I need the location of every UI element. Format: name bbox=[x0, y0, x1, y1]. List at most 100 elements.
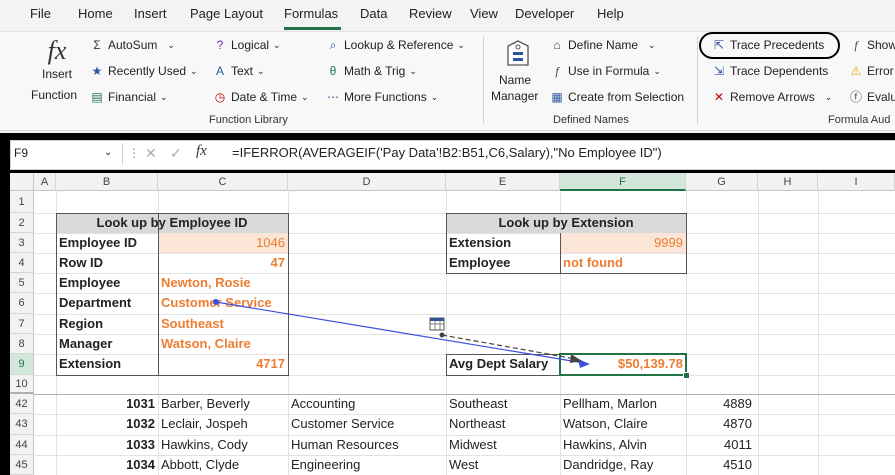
worksheet-grid[interactable]: A B C D E F G H I 1 2 3 4 5 6 7 8 9 10 4… bbox=[10, 173, 895, 475]
trace-dependents-label: Trace Dependents bbox=[730, 64, 829, 78]
use-in-formula-button[interactable]: f Use in Formula ⌄ bbox=[550, 64, 661, 78]
trace-dependents-button[interactable]: ⇲ Trace Dependents bbox=[712, 64, 828, 78]
chevron-down-icon: ⌄ bbox=[273, 39, 281, 50]
chevron-down-icon: ⌄ bbox=[190, 65, 198, 76]
text-label: Text bbox=[231, 64, 254, 78]
chevron-down-icon: ⌄ bbox=[409, 65, 417, 76]
error-checking-button[interactable]: ⚠ Error bbox=[849, 64, 894, 78]
name-manager-label: Name bbox=[499, 73, 532, 87]
formula-icon: f bbox=[555, 64, 559, 78]
enter-check-icon[interactable]: ✓ bbox=[170, 145, 182, 162]
tab-insert[interactable]: Insert bbox=[134, 6, 167, 21]
lookup-reference-button[interactable]: ⌕ Lookup & Reference ⌄ bbox=[326, 38, 465, 52]
chevron-down-icon: ⌄ bbox=[653, 65, 661, 76]
insert-function-label-2: Function bbox=[31, 88, 78, 102]
create-from-selection-label: Create from Selection bbox=[568, 90, 685, 104]
worksheet-icon bbox=[429, 317, 445, 331]
formula-bar-divider bbox=[122, 143, 123, 165]
trace-arrows-overlay bbox=[213, 299, 590, 368]
chevron-down-icon: ⌄ bbox=[167, 39, 175, 50]
formula-auditing-group-label: Formula Aud bbox=[828, 114, 891, 126]
chevron-down-icon: ⌄ bbox=[648, 39, 656, 50]
tag-icon: ⌂ bbox=[553, 38, 561, 52]
math-trig-label: Math & Trig bbox=[344, 64, 406, 78]
name-tag-icon bbox=[507, 40, 529, 66]
more-functions-button[interactable]: ⋯ More Functions ⌄ bbox=[326, 90, 438, 104]
autosum-label: AutoSum bbox=[108, 38, 158, 52]
name-manager-button[interactable] bbox=[493, 38, 541, 73]
insert-function-icon[interactable]: fx bbox=[196, 143, 207, 160]
remove-arrows-label: Remove Arrows bbox=[730, 90, 815, 104]
tab-file[interactable]: File bbox=[30, 6, 51, 21]
trace-precedents-button[interactable]: ⇱ Trace Precedents bbox=[712, 38, 824, 52]
error-checking-label: Error bbox=[867, 64, 894, 78]
remove-arrows-icon: ✕ bbox=[713, 90, 725, 104]
evaluate-formula-button[interactable]: ⓕ Evalu bbox=[849, 90, 895, 104]
active-tab-indicator bbox=[284, 27, 341, 30]
chevron-down-icon: ⌄ bbox=[160, 91, 168, 102]
fx-icon: fx bbox=[47, 36, 67, 65]
more-functions-icon: ⋯ bbox=[327, 90, 339, 104]
chevron-down-icon: ⌄ bbox=[430, 91, 439, 102]
remove-arrows-button[interactable]: ✕ Remove Arrows ⌄ bbox=[712, 90, 832, 104]
tab-help[interactable]: Help bbox=[597, 6, 624, 21]
selection-grid-icon: ▦ bbox=[551, 90, 563, 104]
text-button[interactable]: A Text ⌄ bbox=[213, 64, 265, 78]
formula-input[interactable]: =IFERROR(AVERAGEIF('Pay Data'!B2:B51,C6,… bbox=[232, 143, 662, 163]
precedent-arrow-solid bbox=[213, 299, 590, 368]
star-book-icon: ★ bbox=[91, 64, 103, 78]
create-from-selection-button[interactable]: ▦ Create from Selection bbox=[550, 90, 684, 104]
name-manager-label-2: Manager bbox=[491, 89, 539, 103]
recently-used-label: Recently Used bbox=[108, 64, 187, 78]
chevron-down-icon: ⌄ bbox=[824, 91, 833, 102]
tab-data[interactable]: Data bbox=[360, 6, 387, 21]
logical-button[interactable]: ? Logical ⌄ bbox=[213, 38, 281, 52]
name-box-value: F9 bbox=[14, 146, 29, 160]
math-book-icon: θ bbox=[329, 64, 337, 78]
show-formulas-icon: f bbox=[854, 38, 858, 52]
function-library-group-label: Function Library bbox=[209, 114, 288, 126]
trace-precedents-icon: ⇱ bbox=[713, 38, 725, 52]
group-divider bbox=[697, 36, 698, 124]
lookup-reference-label: Lookup & Reference bbox=[344, 38, 454, 52]
trace-precedents-label: Trace Precedents bbox=[730, 38, 825, 52]
tab-review[interactable]: Review bbox=[409, 6, 452, 21]
financial-button[interactable]: ▤ Financial ⌄ bbox=[90, 90, 168, 104]
tab-formulas[interactable]: Formulas bbox=[284, 6, 338, 21]
clock-book-icon: ◷ bbox=[214, 90, 226, 104]
chevron-down-icon[interactable]: ⌄ bbox=[104, 143, 112, 163]
cancel-icon[interactable]: ✕ bbox=[145, 145, 157, 162]
date-time-button[interactable]: ◷ Date & Time ⌄ bbox=[213, 90, 309, 104]
evaluate-formula-label: Evalu bbox=[867, 90, 895, 104]
use-in-formula-label: Use in Formula bbox=[568, 64, 650, 78]
more-functions-label: More Functions bbox=[344, 90, 427, 104]
date-time-label: Date & Time bbox=[231, 90, 298, 104]
warning-icon: ⚠ bbox=[850, 64, 862, 78]
tab-page-layout[interactable]: Page Layout bbox=[190, 6, 263, 21]
text-book-icon: A bbox=[215, 64, 224, 78]
insert-function-label: Insert bbox=[41, 67, 72, 81]
math-trig-button[interactable]: θ Math & Trig ⌄ bbox=[326, 64, 417, 78]
precedent-arrow-dashed bbox=[439, 332, 582, 363]
tab-home[interactable]: Home bbox=[78, 6, 113, 21]
define-name-button[interactable]: ⌂ Define Name ⌄ bbox=[550, 38, 656, 52]
ribbon: File Home Insert Page Layout Formulas Da… bbox=[0, 0, 895, 133]
show-formulas-button[interactable]: f Show bbox=[849, 38, 895, 52]
autosum-button[interactable]: Σ AutoSum ⌄ bbox=[90, 38, 175, 52]
recently-used-button[interactable]: ★ Recently Used ⌄ bbox=[90, 64, 198, 78]
name-box[interactable]: F9 ⌄ bbox=[14, 143, 112, 163]
lookup-book-icon: ⌕ bbox=[329, 38, 337, 52]
evaluate-icon: ⓕ bbox=[849, 90, 862, 104]
tab-developer[interactable]: Developer bbox=[515, 6, 574, 21]
chevron-down-icon: ⌄ bbox=[457, 39, 465, 50]
chevron-down-icon: ⌄ bbox=[301, 91, 309, 102]
show-formulas-label: Show bbox=[867, 38, 895, 52]
more-options-icon: ⋮ bbox=[128, 146, 140, 160]
sigma-icon: Σ bbox=[93, 38, 101, 52]
group-divider bbox=[483, 36, 484, 124]
trace-dependents-icon: ⇲ bbox=[713, 64, 725, 78]
tab-view[interactable]: View bbox=[470, 6, 498, 21]
financial-label: Financial bbox=[108, 90, 157, 104]
logical-label: Logical bbox=[231, 38, 270, 52]
logical-book-icon: ? bbox=[216, 38, 224, 52]
